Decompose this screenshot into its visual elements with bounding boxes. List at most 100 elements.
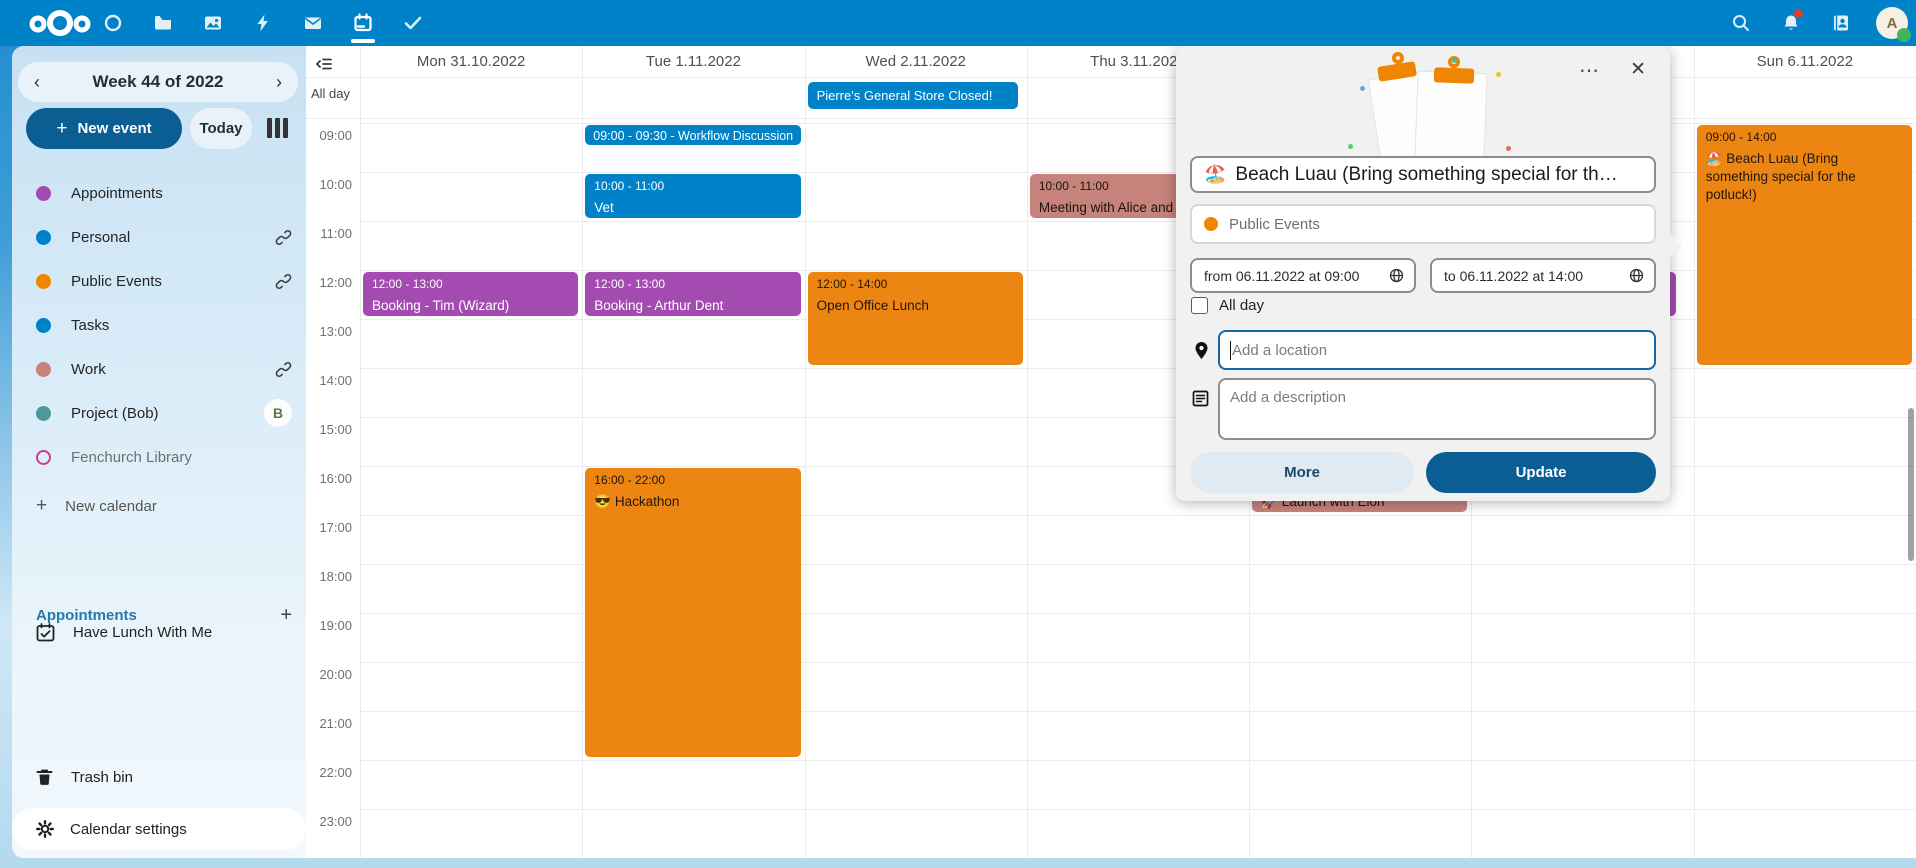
- hour-gridline: [360, 760, 1916, 761]
- popup-actions-menu-icon[interactable]: ⋯: [1575, 54, 1604, 87]
- hour-label: 10:00: [306, 177, 352, 192]
- calendar-settings-button[interactable]: Calendar settings: [12, 808, 306, 850]
- hour-label: 15:00: [306, 422, 352, 437]
- column-divider: [1027, 46, 1028, 858]
- event-tile[interactable]: 10:00 - 11:00 Vet: [585, 174, 800, 218]
- event-time: 12:00 - 13:00: [372, 276, 569, 292]
- calendar-color-dot: [36, 274, 51, 289]
- checkbox-unchecked[interactable]: [1191, 297, 1208, 314]
- hour-label: 14:00: [306, 373, 352, 388]
- location-input[interactable]: Add a location: [1218, 330, 1656, 370]
- calendar-week-view: All day Mon 31.10.2022Tue 1.11.2022Wed 2…: [306, 46, 1916, 858]
- calendar-list-item[interactable]: Personal: [12, 215, 306, 259]
- event-title: Booking - Arthur Dent: [594, 297, 791, 315]
- calendar-color-dot: [36, 186, 51, 201]
- share-link-icon[interactable]: [275, 361, 292, 378]
- contacts-icon[interactable]: [1816, 0, 1866, 46]
- event-tile[interactable]: 12:00 - 13:00Booking - Arthur Dent: [585, 272, 800, 316]
- calendar-list-item[interactable]: Work: [12, 347, 306, 391]
- calendar-name: Fenchurch Library: [71, 449, 292, 466]
- event-tile[interactable]: 09:00 - 14:00🏖️ Beach Luau (Bring someth…: [1697, 125, 1912, 365]
- hour-gridline: [360, 809, 1916, 810]
- event-tile[interactable]: 12:00 - 13:00 Booking - Tim (Wizard): [363, 272, 578, 316]
- hour-label: 11:00: [306, 226, 352, 241]
- week-label[interactable]: Week 44 of 2022: [92, 72, 223, 92]
- search-icon[interactable]: [1716, 0, 1766, 46]
- event-title: Vet: [594, 199, 791, 217]
- user-avatar[interactable]: A: [1876, 7, 1908, 39]
- nextcloud-logo[interactable]: [24, 6, 96, 40]
- trash-bin-button[interactable]: Trash bin: [12, 757, 306, 797]
- hour-gridline: [360, 123, 1916, 124]
- new-calendar-button[interactable]: + New calendar: [12, 486, 306, 526]
- share-link-icon[interactable]: [275, 229, 292, 246]
- event-time: 10:00 - 11:00: [594, 178, 791, 194]
- description-input[interactable]: Add a description: [1218, 378, 1656, 440]
- header-separator: [306, 77, 1916, 78]
- top-bar-right: A: [1716, 0, 1908, 46]
- calendar-name: Personal: [71, 229, 275, 246]
- hour-label: 13:00: [306, 324, 352, 339]
- calendar-name: Work: [71, 361, 275, 378]
- calendar-color-dot: [36, 406, 51, 421]
- hour-label: 16:00: [306, 471, 352, 486]
- calendar-list-item[interactable]: Public Events: [12, 259, 306, 303]
- allday-event-tile[interactable]: Pierre's General Store Closed!: [808, 82, 1018, 109]
- appointment-item[interactable]: Have Lunch With Me: [12, 612, 306, 652]
- notifications-bell-icon[interactable]: [1766, 0, 1816, 46]
- hour-gridline: [360, 221, 1916, 222]
- all-day-checkbox[interactable]: All day: [1191, 297, 1264, 314]
- calendar-list-item[interactable]: Tasks: [12, 303, 306, 347]
- hour-gridline: [360, 319, 1916, 320]
- week-navigation: ‹ Week 44 of 2022 ›: [18, 62, 298, 102]
- hour-label: 19:00: [306, 618, 352, 633]
- collapse-sidebar-icon[interactable]: [316, 56, 334, 72]
- calendar-list-item[interactable]: Fenchurch Library: [12, 435, 306, 479]
- view-columns-icon[interactable]: [267, 118, 288, 138]
- location-pin-icon: [1193, 341, 1210, 360]
- event-title-input[interactable]: 🏖️ Beach Luau (Bring something special f…: [1190, 156, 1656, 193]
- end-datetime-button[interactable]: to 06.11.2022 at 14:00: [1430, 258, 1656, 293]
- beach-emoji: 🏖️: [1204, 164, 1226, 185]
- online-status-dot: [1897, 28, 1911, 42]
- new-event-button[interactable]: + New event: [26, 108, 182, 149]
- more-button[interactable]: More: [1190, 452, 1414, 493]
- app-navigation: [88, 0, 438, 46]
- event-title: Booking - Tim (Wizard): [372, 297, 569, 315]
- column-divider: [1694, 46, 1695, 858]
- today-button[interactable]: Today: [190, 108, 252, 149]
- update-button[interactable]: Update: [1426, 452, 1656, 493]
- event-title: Open Office Lunch: [817, 297, 1014, 315]
- calendar-list-item[interactable]: Project (Bob)B: [12, 391, 306, 435]
- start-datetime-button[interactable]: from 06.11.2022 at 09:00: [1190, 258, 1416, 293]
- calendar-color-dot: [36, 450, 51, 465]
- calendar-name: Tasks: [71, 317, 292, 334]
- column-divider: [805, 46, 806, 858]
- activity-icon[interactable]: [238, 0, 288, 46]
- hour-label: 20:00: [306, 667, 352, 682]
- calendar-icon[interactable]: [338, 0, 388, 46]
- event-tile[interactable]: 09:00 - 09:30 - Workflow Discussion: [585, 125, 800, 145]
- photos-icon[interactable]: [188, 0, 238, 46]
- tasks-icon[interactable]: [388, 0, 438, 46]
- files-icon[interactable]: [138, 0, 188, 46]
- hour-label: 21:00: [306, 716, 352, 731]
- share-link-icon[interactable]: [275, 273, 292, 290]
- calendar-list-item[interactable]: Appointments: [12, 171, 306, 215]
- mail-icon[interactable]: [288, 0, 338, 46]
- hour-gridline: [360, 417, 1916, 418]
- dashboard-icon[interactable]: [88, 0, 138, 46]
- previous-week-button[interactable]: ‹: [34, 73, 40, 91]
- event-tile[interactable]: 12:00 - 14:00Open Office Lunch: [808, 272, 1023, 365]
- vertical-scrollbar[interactable]: [1908, 408, 1914, 561]
- calendar-select[interactable]: Public Events: [1190, 204, 1656, 244]
- event-emoji: 😎: [594, 494, 615, 509]
- hour-label: 18:00: [306, 569, 352, 584]
- hour-label: 17:00: [306, 520, 352, 535]
- event-tile[interactable]: 16:00 - 22:00😎 Hackathon: [585, 468, 800, 757]
- close-icon[interactable]: ✕: [1628, 56, 1648, 83]
- text-cursor: [1230, 341, 1231, 360]
- column-divider: [582, 46, 583, 858]
- next-week-button[interactable]: ›: [276, 73, 282, 91]
- calendar-color-dot: [36, 230, 51, 245]
